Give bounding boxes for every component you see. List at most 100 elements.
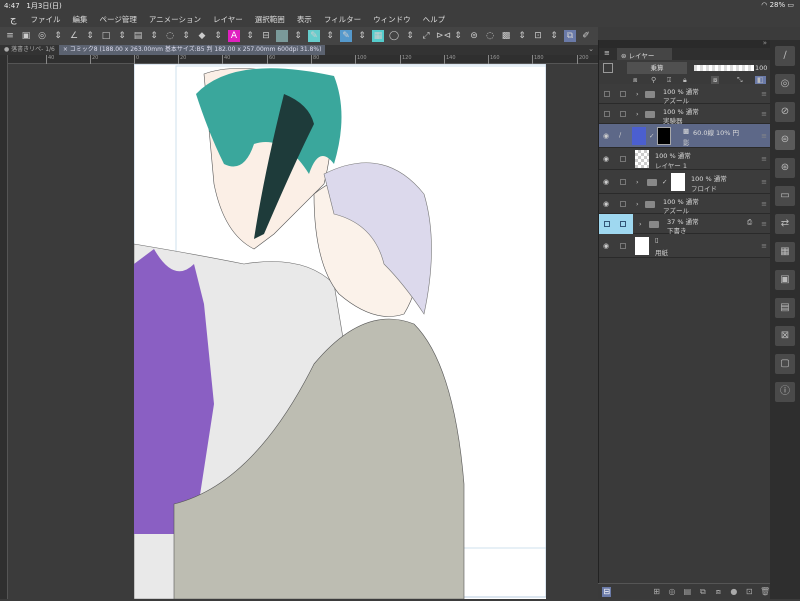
updown-icon[interactable]: ⇕	[452, 30, 464, 42]
hamburger-icon[interactable]: ≡	[4, 30, 16, 42]
expand-arrow-icon[interactable]: ›	[639, 220, 642, 228]
layer-row-selected[interactable]: ◉ ∕ ✓ ▩ 60.0線 10% 円 影 ≡	[599, 124, 771, 148]
layer-mask-icon[interactable]: ⊡	[745, 587, 754, 597]
chevron-down-icon[interactable]: ⌄	[588, 45, 594, 53]
dotted-circle-icon[interactable]: ◌	[484, 30, 496, 42]
expand-arrow-icon[interactable]: ›	[636, 178, 639, 186]
menu-window[interactable]: ウィンドウ	[373, 14, 411, 25]
updown-icon[interactable]: ⇕	[292, 30, 304, 42]
lasso-icon[interactable]: ◌	[164, 30, 176, 42]
drag-handle-icon[interactable]: ≡	[761, 90, 767, 98]
updown-icon[interactable]: ⇕	[356, 30, 368, 42]
menu-animation[interactable]: アニメーション	[149, 14, 201, 25]
menu-view[interactable]: 表示	[297, 14, 312, 25]
edit-toggle[interactable]	[620, 90, 626, 97]
opacity-slider[interactable]	[694, 65, 754, 71]
menu-filter[interactable]: フィルター	[324, 14, 361, 25]
drag-handle-icon[interactable]: ≡	[761, 242, 767, 250]
canvas-page[interactable]	[133, 63, 547, 600]
blend-mode-select[interactable]: 乗算	[627, 62, 687, 74]
tool-property-icon[interactable]: ∕	[775, 46, 795, 66]
visibility-toggle[interactable]	[604, 110, 610, 117]
layer-row[interactable]: ◉ › 100 % 通常 アズール ≡	[599, 194, 771, 215]
menu-file[interactable]: ファイル	[30, 14, 60, 25]
edit-toggle[interactable]	[620, 220, 626, 227]
frame-icon[interactable]: □	[100, 30, 112, 42]
folder-icon[interactable]: ▤	[132, 30, 144, 42]
new-raster-layer-icon[interactable]: ⊞	[652, 587, 661, 597]
open-icon[interactable]: ◎	[36, 30, 48, 42]
layer-color-icon[interactable]: ◧	[755, 76, 766, 84]
selection-layer-icon[interactable]: ⊜	[468, 30, 480, 42]
tone-icon[interactable]: ▩	[500, 30, 512, 42]
expand-arrow-icon[interactable]: ›	[636, 200, 639, 208]
transform-icon[interactable]: ▦	[372, 30, 384, 42]
tab-doc-2[interactable]: × コミック8 (188.00 x 263.00mm 基本サイズ:B5 判 18…	[58, 45, 326, 55]
edit-toggle[interactable]	[620, 155, 626, 162]
brush-size-icon[interactable]: ◎	[775, 74, 795, 94]
updown-icon[interactable]: ⇕	[52, 30, 64, 42]
opacity-value[interactable]: 100	[755, 64, 767, 72]
tab-doc-1[interactable]: ● 落書きリペ- 1/6	[0, 45, 59, 55]
new-folder-icon[interactable]: ▤	[683, 587, 692, 597]
updown-icon[interactable]: ⇕	[180, 30, 192, 42]
merge-down-icon[interactable]: ⧈	[714, 587, 723, 597]
layer-row[interactable]: ◉ 100 % 通常 レイヤー 1 ≡	[599, 148, 771, 170]
drag-handle-icon[interactable]: ≡	[761, 155, 767, 163]
transfer-down-icon[interactable]: ⧉	[698, 587, 707, 597]
tab-layer[interactable]: ⊜ レイヤー	[617, 48, 672, 60]
resize-icon[interactable]: ⤢	[420, 30, 432, 42]
panel-layout-icon[interactable]: ⊟	[260, 30, 272, 42]
layer-row[interactable]: ◉ ▯ 用紙 ≡	[599, 234, 771, 258]
mask-icon[interactable]: ●	[729, 587, 738, 597]
layer-row[interactable]: › 37 % 通常 下書き ⎙ ≡	[599, 214, 771, 235]
comment-icon[interactable]: ▢	[775, 354, 795, 374]
trash-icon[interactable]: 🗑︎	[760, 587, 770, 597]
eye-icon[interactable]: ◉	[603, 200, 609, 208]
brush-color-icon[interactable]: ✎	[340, 30, 352, 42]
updown-icon[interactable]: ⇕	[244, 30, 256, 42]
collapse-icon[interactable]: »	[763, 39, 767, 47]
layer-row[interactable]: › 100 % 通常 アズール ≡	[599, 84, 771, 105]
layer-panel-icon[interactable]: ⊜	[775, 130, 795, 150]
updown-icon[interactable]: ⇕	[516, 30, 528, 42]
updown-icon[interactable]: ⇕	[404, 30, 416, 42]
pen-icon[interactable]: ∕	[619, 131, 621, 139]
zoom-area-icon[interactable]: ⊡	[532, 30, 544, 42]
new-vector-layer-icon[interactable]: ◎	[667, 587, 676, 597]
panel-menu-icon[interactable]: ≡	[604, 49, 610, 57]
eye-icon[interactable]: ◉	[603, 132, 609, 140]
visibility-toggle[interactable]	[604, 220, 610, 227]
reference-icon[interactable]: ⧉	[564, 30, 576, 42]
updown-icon[interactable]: ⇕	[116, 30, 128, 42]
auto-action-icon[interactable]: ⊠	[775, 326, 795, 346]
menu-page[interactable]: ページ管理	[99, 14, 136, 25]
updown-icon[interactable]: ⇕	[84, 30, 96, 42]
menu-help[interactable]: ヘルプ	[423, 14, 446, 25]
expand-arrow-icon[interactable]: ›	[636, 110, 639, 118]
edit-list-icon[interactable]: ✐	[580, 30, 592, 42]
animation-icon[interactable]: ▭	[775, 186, 795, 206]
layer-row[interactable]: › 100 % 通常 実験器 ≡	[599, 104, 771, 125]
menu-edit[interactable]: 編集	[72, 14, 87, 25]
color-swatch-button[interactable]	[603, 63, 613, 73]
material-icon[interactable]: ▦	[775, 242, 795, 262]
eye-icon[interactable]: ◉	[603, 178, 609, 186]
drag-handle-icon[interactable]: ≡	[761, 132, 767, 140]
drag-handle-icon[interactable]: ≡	[761, 110, 767, 118]
menu-selection[interactable]: 選択範囲	[255, 14, 285, 25]
gradient-icon[interactable]	[276, 30, 288, 42]
edit-toggle[interactable]	[620, 200, 626, 207]
ruler-icon[interactable]: ∠	[68, 30, 80, 42]
drag-handle-icon[interactable]: ≡	[761, 178, 767, 186]
drag-handle-icon[interactable]: ≡	[761, 220, 767, 228]
updown-icon[interactable]: ⇕	[148, 30, 160, 42]
fill-icon[interactable]: ◆	[196, 30, 208, 42]
app-logo-icon[interactable]: ج	[10, 14, 16, 25]
menu-layer[interactable]: レイヤー	[213, 14, 243, 25]
speech-bubble-icon[interactable]: ◯	[388, 30, 400, 42]
edit-toggle[interactable]	[620, 178, 626, 185]
layer-row[interactable]: ◉ › ✓ 100 % 通常 フロイド ≡	[599, 170, 771, 194]
eye-icon[interactable]: ◉	[603, 155, 609, 163]
layer-property-icon[interactable]: ⊛	[775, 158, 795, 178]
